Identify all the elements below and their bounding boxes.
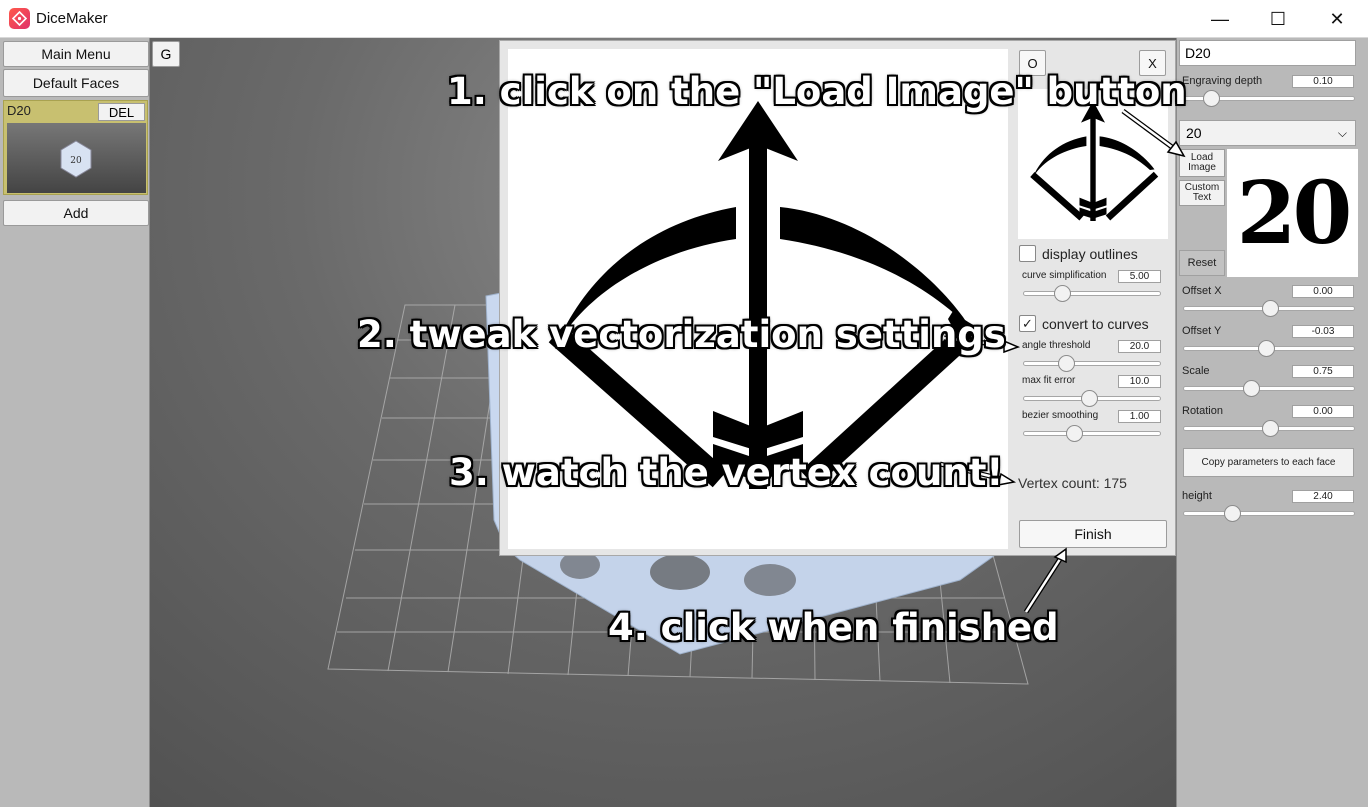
thumbnail-number: 20	[70, 156, 82, 166]
dicemaker-logo-icon	[9, 8, 30, 29]
maximize-button[interactable]: ☐	[1249, 0, 1307, 38]
copy-parameters-button[interactable]: Copy parameters to each face	[1183, 448, 1354, 477]
slider-knob[interactable]	[1242, 380, 1260, 397]
bezier-smoothing-value[interactable]: 1.00	[1118, 410, 1161, 423]
engraving-depth-slider[interactable]	[1183, 90, 1355, 107]
slider-knob[interactable]	[1261, 300, 1279, 317]
offset-x-value[interactable]: 0.00	[1292, 285, 1354, 298]
convert-to-curves-checkbox[interactable]: ✓	[1019, 315, 1036, 332]
height-label: height	[1182, 490, 1212, 502]
delete-dice-button[interactable]: DEL	[98, 103, 145, 121]
max-fit-error-label: max fit error	[1022, 375, 1076, 386]
offset-y-slider[interactable]	[1183, 340, 1355, 357]
face-select-value: 20	[1186, 125, 1202, 141]
slider-knob[interactable]	[1066, 425, 1084, 442]
slider-knob[interactable]	[1261, 420, 1279, 437]
convert-to-curves-label: convert to curves	[1042, 316, 1149, 332]
curve-simplification-slider[interactable]	[1023, 285, 1161, 302]
curve-simplification-value[interactable]: 5.00	[1118, 270, 1161, 283]
max-fit-error-slider[interactable]	[1023, 390, 1161, 407]
annotation-step-1: 1. click on the "Load Image" button	[447, 70, 1187, 113]
angle-threshold-value[interactable]: 20.0	[1118, 340, 1161, 353]
face-select[interactable]: 20 ⌵	[1179, 120, 1356, 146]
minimize-button[interactable]: —	[1191, 0, 1249, 38]
slider-knob[interactable]	[1258, 340, 1276, 357]
slider-knob[interactable]	[1224, 505, 1242, 522]
dice-name-input[interactable]: D20	[1179, 40, 1356, 66]
scale-slider[interactable]	[1183, 380, 1355, 397]
main-menu-button[interactable]: Main Menu	[3, 41, 149, 67]
close-window-button[interactable]: ✕	[1308, 0, 1366, 38]
left-panel: Main Menu Default Faces D20 DEL 20 Add	[0, 38, 150, 807]
finish-button[interactable]: Finish	[1019, 520, 1167, 548]
offset-x-label: Offset X	[1182, 285, 1222, 297]
scale-label: Scale	[1182, 365, 1210, 377]
add-dice-button[interactable]: Add	[3, 200, 149, 226]
offset-y-label: Offset Y	[1182, 325, 1222, 337]
annotation-step-3: 3. watch the vertex count!	[449, 451, 1004, 494]
scale-value[interactable]: 0.75	[1292, 365, 1354, 378]
offset-x-slider[interactable]	[1183, 300, 1355, 317]
right-panel: D20 Engraving depth 0.10 20 ⌵ Load Image…	[1176, 38, 1368, 807]
height-slider[interactable]	[1183, 505, 1355, 522]
dice-list-item[interactable]: D20 DEL 20	[3, 100, 148, 195]
slider-knob[interactable]	[1054, 285, 1072, 302]
app-title: DiceMaker	[36, 10, 108, 27]
rotation-value[interactable]: 0.00	[1292, 405, 1354, 418]
engraving-depth-label: Engraving depth	[1182, 75, 1263, 87]
chevron-down-icon: ⌵	[1337, 126, 1347, 140]
slider-knob[interactable]	[1202, 90, 1220, 107]
reset-button[interactable]: Reset	[1179, 250, 1225, 276]
rotation-slider[interactable]	[1183, 420, 1355, 437]
annotation-step-2: 2. tweak vectorization settings	[357, 313, 1006, 356]
load-image-button[interactable]: Load Image	[1179, 149, 1225, 177]
offset-y-value[interactable]: -0.03	[1292, 325, 1354, 338]
rotation-label: Rotation	[1182, 405, 1223, 417]
bezier-smoothing-slider[interactable]	[1023, 425, 1161, 442]
display-outlines-label: display outlines	[1042, 246, 1138, 262]
title-bar: DiceMaker — ☐ ✕	[0, 0, 1368, 38]
max-fit-error-value[interactable]: 10.0	[1118, 375, 1161, 388]
angle-threshold-label: angle threshold	[1022, 340, 1091, 351]
slider-knob[interactable]	[1057, 355, 1075, 372]
custom-text-button[interactable]: Custom Text	[1179, 180, 1225, 206]
dice-thumbnail: 20	[7, 123, 146, 193]
default-faces-button[interactable]: Default Faces	[3, 69, 149, 97]
dice-item-label: D20	[7, 103, 31, 118]
height-value[interactable]: 2.40	[1292, 490, 1354, 503]
face-preview: 20	[1227, 149, 1358, 277]
bezier-smoothing-label: bezier smoothing	[1022, 410, 1099, 421]
slider-knob[interactable]	[1080, 390, 1098, 407]
g-button[interactable]: G	[152, 41, 180, 67]
annotation-step-4: 4. click when finished	[608, 606, 1059, 649]
vertex-count: Vertex count: 175	[1018, 475, 1127, 491]
angle-threshold-slider[interactable]	[1023, 355, 1161, 372]
engraving-depth-value[interactable]: 0.10	[1292, 75, 1354, 88]
curve-simplification-label: curve simplification	[1022, 270, 1107, 281]
display-outlines-checkbox[interactable]	[1019, 245, 1036, 262]
